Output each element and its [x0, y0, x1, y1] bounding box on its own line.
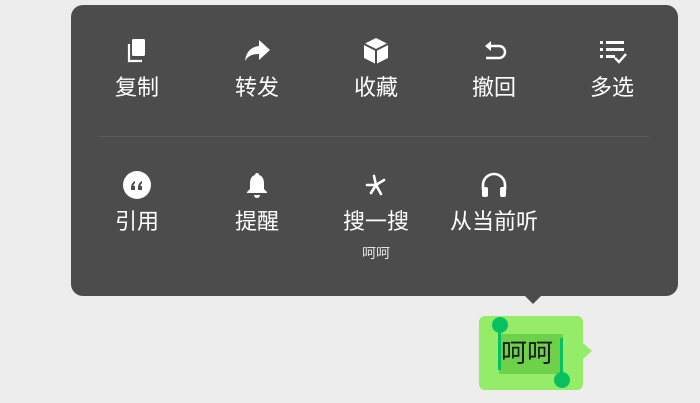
recall-label: 撤回 [471, 76, 516, 101]
menu-divider [99, 136, 649, 137]
message-context-menu: 复制 转发 收藏 撤回 多选 引用 提醒 搜一搜 呵呵 从当前听 [71, 5, 678, 296]
forward-button[interactable]: 转发 [198, 35, 316, 103]
bell-icon [241, 169, 273, 201]
favorite-button[interactable]: 收藏 [317, 35, 435, 103]
message-text[interactable]: 呵呵 [501, 336, 565, 372]
headphones-icon [478, 169, 510, 201]
search-label: 搜一搜 [342, 210, 409, 235]
search-button[interactable]: 搜一搜 呵呵 [317, 169, 435, 263]
cube-icon [360, 35, 392, 67]
menu-pointer [523, 294, 543, 304]
multiselect-label: 多选 [589, 76, 634, 101]
quote-label: 引用 [114, 210, 159, 235]
selection-caret-start [498, 328, 501, 370]
undo-icon [478, 35, 510, 67]
selection-handle-end[interactable] [554, 372, 570, 388]
multiselect-button[interactable]: 多选 [553, 35, 671, 103]
recall-button[interactable]: 撤回 [435, 35, 553, 103]
quote-button[interactable]: 引用 [78, 169, 196, 237]
selection-handle-start[interactable] [492, 317, 508, 333]
favorite-label: 收藏 [353, 76, 398, 101]
bubble-tail [583, 343, 592, 359]
remind-label: 提醒 [234, 210, 279, 235]
copy-icon [121, 35, 153, 67]
copy-label: 复制 [114, 76, 159, 101]
quote-icon [121, 169, 153, 201]
chat-screen: 复制 转发 收藏 撤回 多选 引用 提醒 搜一搜 呵呵 从当前听 呵呵 [0, 0, 700, 403]
copy-button[interactable]: 复制 [78, 35, 196, 103]
sparkle-icon [360, 169, 392, 201]
remind-button[interactable]: 提醒 [198, 169, 316, 237]
forward-icon [241, 35, 273, 67]
search-query: 呵呵 [362, 246, 390, 262]
listen-button[interactable]: 从当前听 [435, 169, 553, 237]
listen-label: 从当前听 [449, 210, 538, 235]
forward-label: 转发 [234, 76, 279, 101]
list-check-icon [596, 35, 628, 67]
